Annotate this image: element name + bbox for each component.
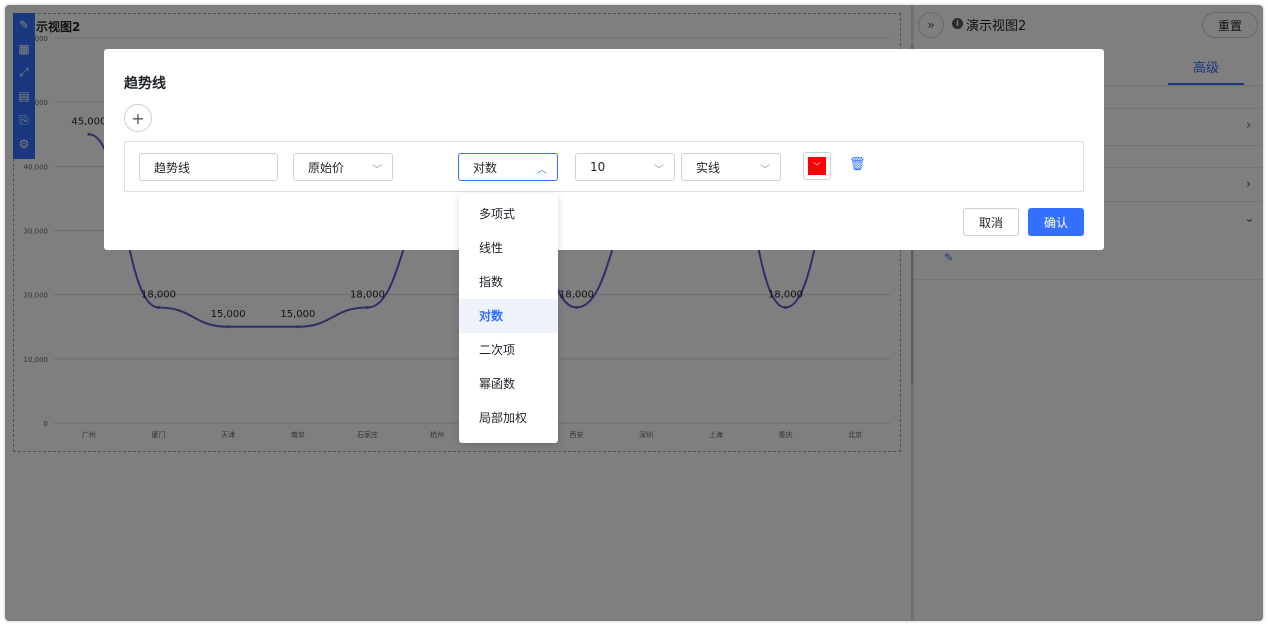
line-color-picker[interactable]: ﹀ [803,152,831,180]
dropdown-option[interactable]: 对数 [459,299,558,333]
line-style-select[interactable]: 实线 ﹀ [681,153,781,181]
dropdown-option[interactable]: 幂函数 [459,367,558,401]
field-select-value: 原始价 [308,160,345,175]
trendline-name-input[interactable]: 趋势线 [139,153,278,181]
chevron-down-icon: ﹀ [654,165,664,176]
chevron-down-icon: ﹀ [372,165,382,176]
trash-icon[interactable]: 🗑 [849,157,866,172]
trendline-dialog: 趋势线 + 趋势线 原始价 ﹀ 对数 ︿ 10 ﹀ 实线 ﹀ ﹀ 🗑 取消 确认 [104,49,1104,250]
color-swatch: ﹀ [808,157,826,175]
trendline-row: 趋势线 原始价 ﹀ 对数 ︿ 10 ﹀ 实线 ﹀ ﹀ 🗑 [124,141,1084,192]
dialog-title: 趋势线 [124,76,166,92]
cancel-button[interactable]: 取消 [963,208,1019,236]
line-width-select[interactable]: 10 ﹀ [575,153,675,181]
plus-icon: + [131,108,145,128]
confirm-button[interactable]: 确认 [1028,208,1084,236]
add-trendline-button[interactable]: + [124,104,152,132]
app-window: 示视图2 010,00020,00030,00040,00050,00060,0… [5,5,1263,621]
line-style-value: 实线 [696,160,721,175]
dropdown-option[interactable]: 线性 [459,231,558,265]
trend-type-value: 对数 [473,160,498,175]
chevron-down-icon: ﹀ [760,165,770,176]
chevron-up-icon: ︿ [537,165,547,176]
trend-type-select[interactable]: 对数 ︿ [458,153,558,181]
line-width-value: 10 [590,160,606,174]
trend-type-dropdown: 多项式 线性 指数 对数 二次项 幂函数 局部加权 [459,193,558,443]
dropdown-option[interactable]: 多项式 [459,197,558,231]
dropdown-option[interactable]: 局部加权 [459,401,558,435]
field-select[interactable]: 原始价 ﹀ [293,153,393,181]
dropdown-option[interactable]: 指数 [459,265,558,299]
dropdown-option[interactable]: 二次项 [459,333,558,367]
